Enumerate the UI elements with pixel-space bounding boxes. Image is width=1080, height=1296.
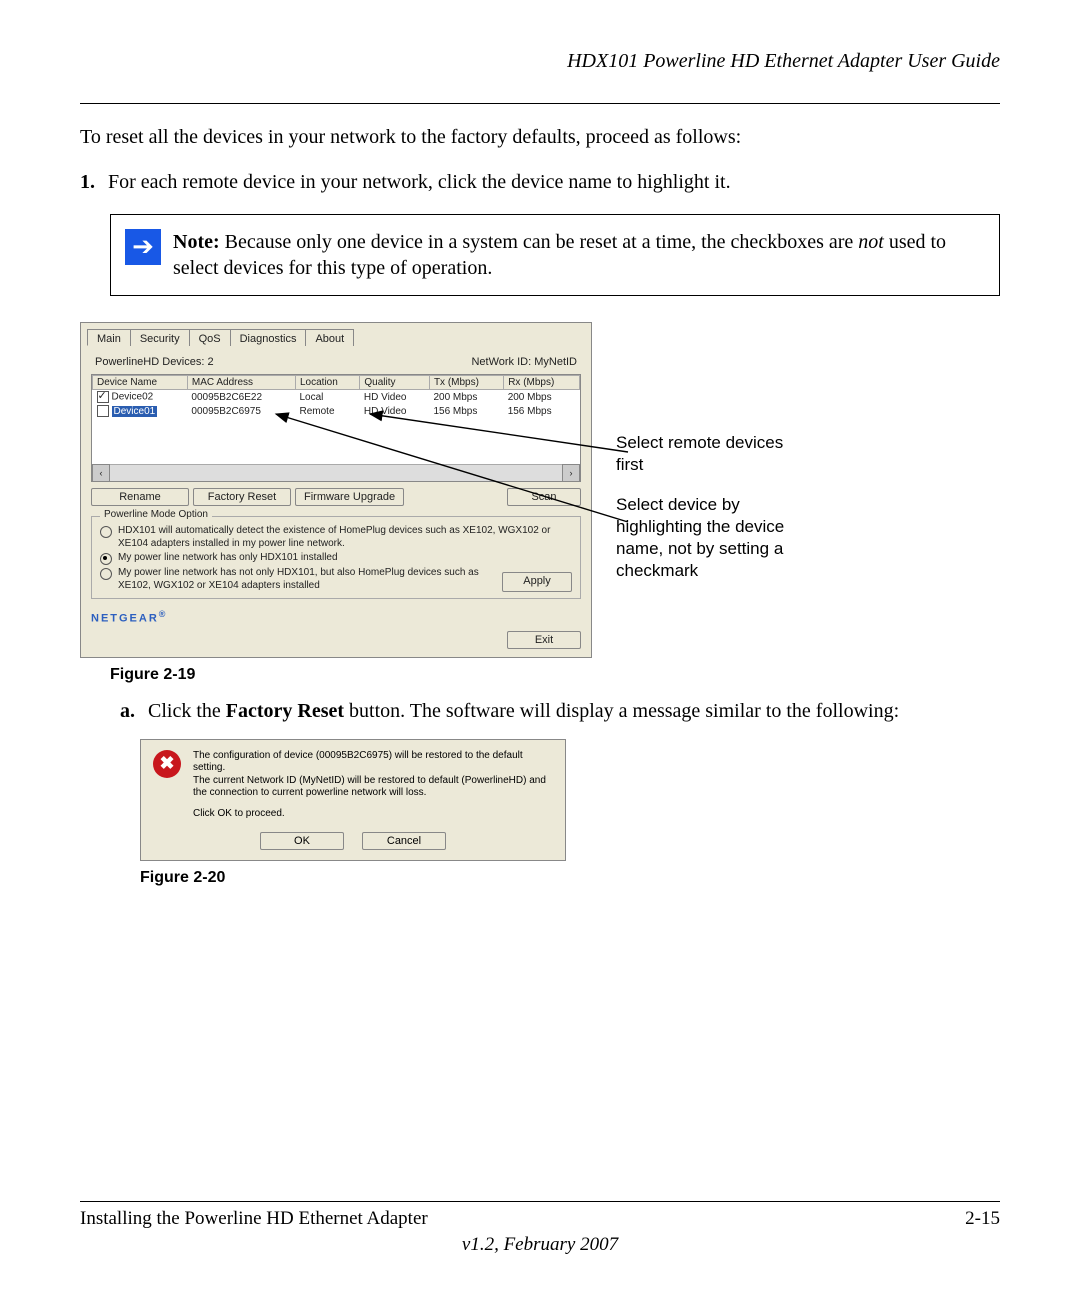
app-screenshot: Main Security QoS Diagnostics About Powe… (80, 322, 592, 658)
error-icon: ✖ (153, 750, 181, 778)
dialog-text: The configuration of device (00095B2C697… (193, 750, 553, 821)
page-number: 2-15 (965, 1208, 1000, 1230)
rename-button[interactable]: Rename (91, 488, 189, 506)
footer-version: v1.2, February 2007 (80, 1234, 1000, 1256)
callout-text: Select remote devices first (616, 432, 806, 476)
exit-button[interactable]: Exit (507, 631, 581, 649)
note-text: Note: Because only one device in a syste… (173, 229, 983, 281)
tab-security[interactable]: Security (130, 329, 190, 346)
tab-diagnostics[interactable]: Diagnostics (230, 329, 307, 346)
arrow-right-icon: ➔ (125, 229, 161, 265)
note-label: Note: (173, 231, 220, 253)
radio-icon[interactable] (100, 568, 112, 580)
cancel-button[interactable]: Cancel (362, 832, 446, 850)
header-rule (80, 103, 1000, 104)
dialog-screenshot: ✖ The configuration of device (00095B2C6… (140, 739, 566, 862)
apply-button[interactable]: Apply (502, 572, 572, 592)
table-row[interactable]: Device01 00095B2C6975 Remote HD Video 15… (93, 404, 580, 418)
ok-button[interactable]: OK (260, 832, 344, 850)
radio-label: My power line network has not only HDX10… (118, 567, 496, 592)
step-text: For each remote device in your network, … (108, 171, 1000, 194)
substep-text: Click the Factory Reset button. The soft… (148, 700, 899, 723)
radio-icon[interactable] (100, 553, 112, 565)
network-id-label: NetWork ID: MyNetID (471, 356, 577, 368)
step-number: 1. (80, 171, 108, 194)
callout-text: Select device by highlighting the device… (616, 494, 806, 582)
figure-caption: Figure 2-19 (110, 666, 1000, 684)
table-header: Device NameMAC AddressLocationQualityTx … (93, 376, 580, 390)
intro-text: To reset all the devices in your network… (80, 124, 1000, 151)
mode-option-title: Powerline Mode Option (100, 509, 212, 520)
chevron-right-icon[interactable]: › (562, 464, 580, 482)
tab-qos[interactable]: QoS (189, 329, 231, 346)
mode-option-group: Powerline Mode Option HDX101 will automa… (91, 516, 581, 599)
note-box: ➔ Note: Because only one device in a sys… (110, 214, 1000, 296)
doc-title: HDX101 Powerline HD Ethernet Adapter Use… (80, 50, 1000, 73)
netgear-logo: NETGEAR® (81, 605, 591, 629)
radio-label: HDX101 will automatically detect the exi… (118, 525, 572, 550)
horizontal-scrollbar[interactable]: ‹ › (92, 464, 580, 481)
tab-about[interactable]: About (305, 329, 354, 346)
radio-label: My power line network has only HDX101 in… (118, 552, 338, 565)
device-count-label: PowerlineHD Devices: 2 (95, 356, 214, 368)
factory-reset-button[interactable]: Factory Reset (193, 488, 291, 506)
substep-label: a. (120, 700, 148, 723)
footer-rule (80, 1201, 1000, 1202)
figure-caption: Figure 2-20 (140, 869, 1000, 887)
table-row[interactable]: Device02 00095B2C6E22 Local HD Video 200… (93, 390, 580, 405)
chevron-left-icon[interactable]: ‹ (92, 464, 110, 482)
radio-icon[interactable] (100, 526, 112, 538)
firmware-upgrade-button[interactable]: Firmware Upgrade (295, 488, 404, 506)
footer-left: Installing the Powerline HD Ethernet Ada… (80, 1208, 428, 1230)
device-table[interactable]: Device NameMAC AddressLocationQualityTx … (91, 374, 581, 482)
tab-strip: Main Security QoS Diagnostics About (81, 323, 591, 346)
scan-button[interactable]: Scan (507, 488, 581, 506)
tab-main[interactable]: Main (87, 329, 131, 346)
checkbox-icon[interactable] (97, 391, 109, 403)
checkbox-icon[interactable] (97, 405, 109, 417)
